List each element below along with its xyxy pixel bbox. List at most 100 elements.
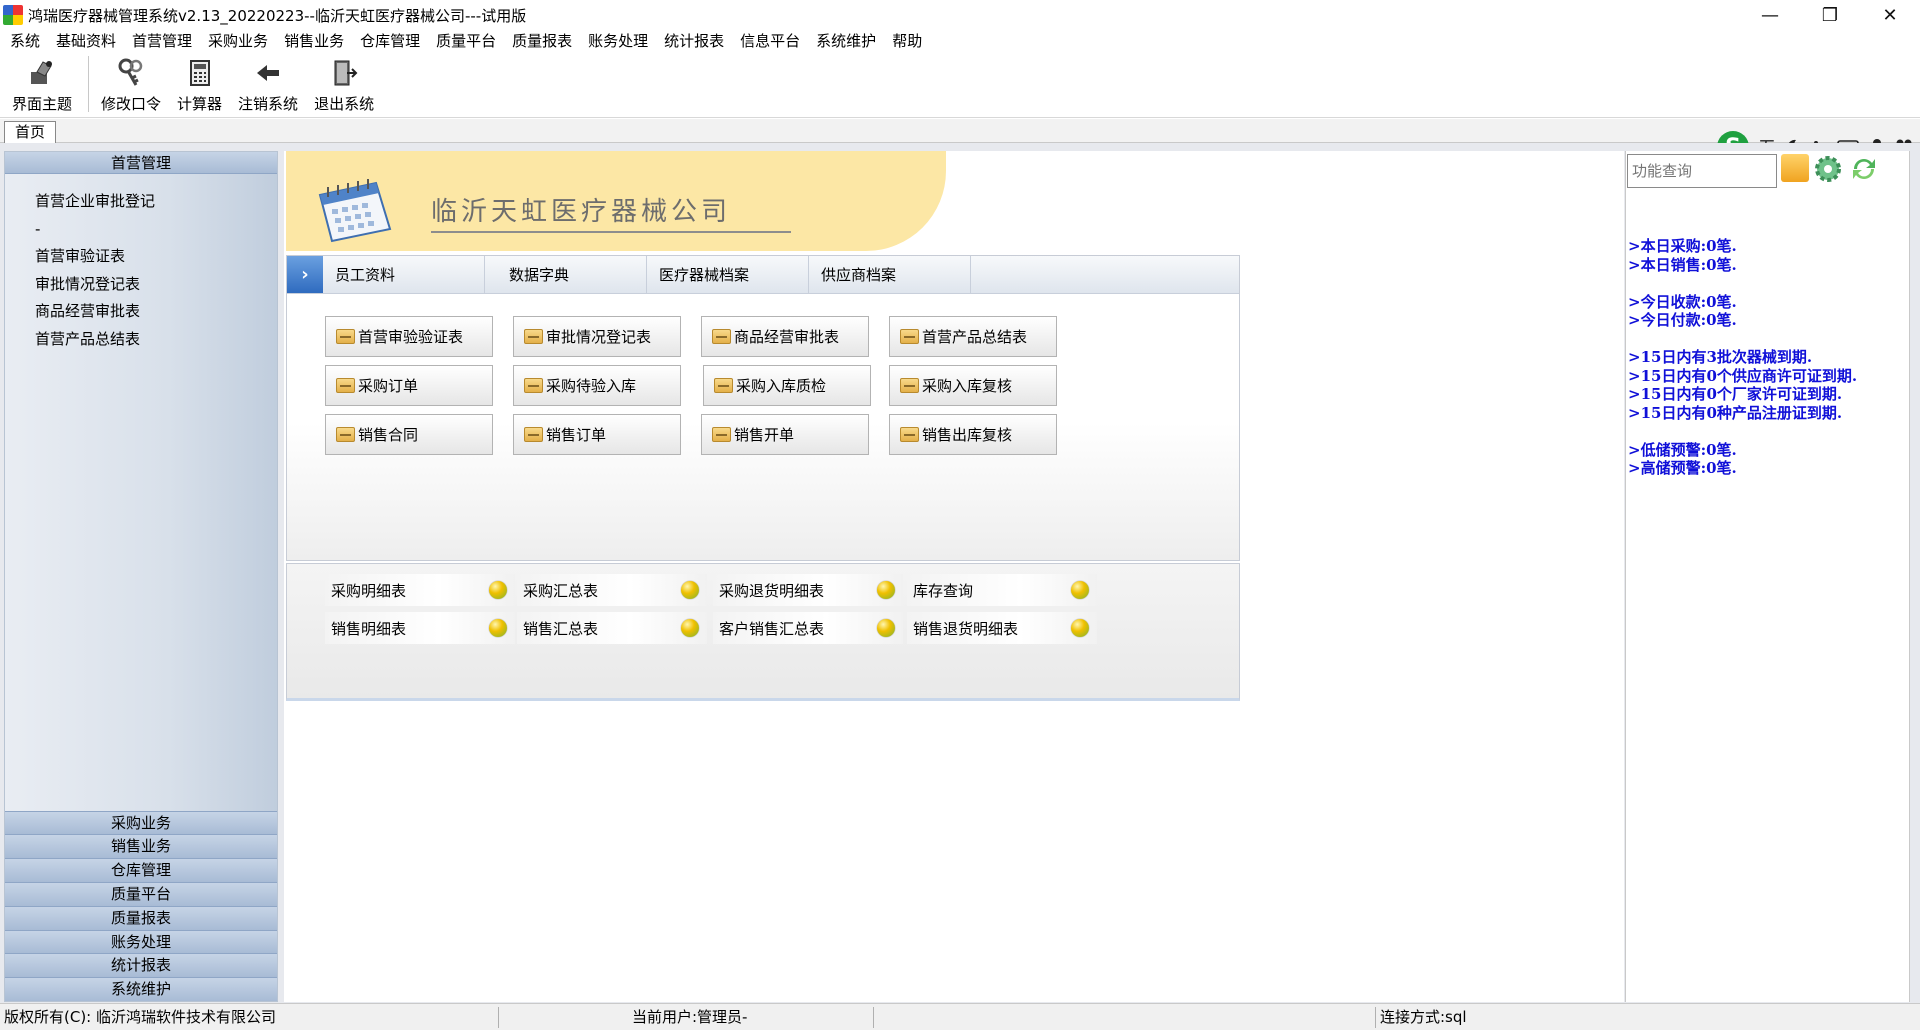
daily-summary: >本日采购:0笔. >本日销售:0笔. >今日收款:0笔. >今日付款:0笔. >15日… [1628, 237, 1857, 478]
sidebar: 首营管理 首营企业审批登记 - 首营审验证表 审批情况登记表 商品经营审批表 首… [4, 151, 278, 1002]
sidebar-item-first-enterprise-approval[interactable]: 首营企业审批登记 [35, 188, 277, 216]
status-connection: 连接方式:sql [1380, 1008, 1467, 1026]
status-separator [873, 1007, 874, 1028]
tab-home[interactable]: 首页 [4, 121, 56, 143]
quick-purchase-pending-button[interactable]: 采购待验入库 [513, 365, 681, 406]
orb-icon [1071, 581, 1089, 599]
menu-quality-platform[interactable]: 质量平台 [428, 30, 504, 52]
sidebar-list: 首营企业审批登记 - 首营审验证表 审批情况登记表 商品经营审批表 首营产品总结… [5, 174, 277, 353]
menu-help[interactable]: 帮助 [884, 30, 930, 52]
restore-button[interactable]: ❐ [1800, 0, 1860, 30]
quick-panel: › 员工资料 数据字典 医疗器械档案 供应商档案 首营审验验证表 审批情况登记表… [286, 255, 1240, 561]
chevron-right-icon[interactable]: › [287, 256, 323, 293]
menu-maintenance[interactable]: 系统维护 [808, 30, 884, 52]
keys-icon [118, 58, 143, 86]
menu-bar: 系统 基础资料 首营管理 采购业务 销售业务 仓库管理 质量平台 质量报表 账务… [0, 30, 1920, 52]
report-panel: 采购明细表 采购汇总表 采购退货明细表 库存查询 销售明细表 销售汇总表 客户销… [286, 563, 1240, 701]
panel-tabs: › 员工资料 数据字典 医疗器械档案 供应商档案 [287, 256, 1239, 294]
sidebar-cat-warehouse[interactable]: 仓库管理 [5, 858, 277, 883]
info-line: >低储预警:0笔. [1628, 440, 1737, 459]
info-line: >15日内有0个厂家许可证到期. [1628, 385, 1843, 403]
calculator-button[interactable]: 计算器 [177, 52, 222, 116]
report-customer-sales-summary[interactable]: 客户销售汇总表 [713, 612, 903, 644]
orb-icon [681, 619, 699, 637]
info-line: >本日销售:0笔. [1628, 255, 1737, 274]
quick-button-label: 首营产品总结表 [922, 328, 1028, 346]
sidebar-cat-purchase[interactable]: 采购业务 [5, 810, 277, 835]
sidebar-header[interactable]: 首营管理 [5, 152, 277, 174]
orb-icon [489, 619, 507, 637]
report-label: 采购汇总表 [523, 581, 599, 600]
company-name: 临沂天虹医疗器械公司 [431, 197, 732, 227]
sidebar-cat-maintenance[interactable]: 系统维护 [5, 977, 277, 1001]
report-label: 销售退货明细表 [913, 619, 1019, 638]
menu-warehouse[interactable]: 仓库管理 [352, 30, 428, 52]
report-purchase-detail[interactable]: 采购明细表 [325, 574, 515, 606]
menu-basic-data[interactable]: 基础资料 [48, 30, 124, 52]
quick-purchase-qc-button[interactable]: 采购入库质检 [703, 365, 871, 406]
report-purchase-summary[interactable]: 采购汇总表 [517, 574, 707, 606]
refresh-icon[interactable] [1848, 153, 1880, 185]
menu-purchase[interactable]: 采购业务 [200, 30, 276, 52]
orb-icon [877, 581, 895, 599]
sidebar-cat-quality-reports[interactable]: 质量报表 [5, 905, 277, 930]
folder-icon [712, 427, 731, 442]
exit-button[interactable]: 退出系统 [314, 52, 374, 116]
report-sales-summary[interactable]: 销售汇总表 [517, 612, 707, 644]
menu-quality-reports[interactable]: 质量报表 [504, 30, 580, 52]
function-search-input[interactable] [1627, 154, 1777, 188]
status-separator [498, 1007, 499, 1028]
quick-approval-register-button[interactable]: 审批情况登记表 [513, 316, 681, 357]
close-button[interactable]: ✕ [1860, 0, 1920, 30]
menu-sales[interactable]: 销售业务 [276, 30, 352, 52]
menu-info-platform[interactable]: 信息平台 [732, 30, 808, 52]
gear-icon[interactable] [1812, 153, 1844, 185]
quick-goods-approval-button[interactable]: 商品经营审批表 [701, 316, 869, 357]
tab-dictionary[interactable]: 数据字典 [485, 256, 647, 293]
report-sales-return[interactable]: 销售退货明细表 [907, 612, 1097, 644]
logout-button[interactable]: 注销系统 [238, 52, 298, 116]
quick-purchase-review-button[interactable]: 采购入库复核 [889, 365, 1057, 406]
quick-purchase-order-button[interactable]: 采购订单 [325, 365, 493, 406]
sidebar-item-product-summary[interactable]: 首营产品总结表 [35, 326, 277, 354]
tab-supplier-archive[interactable]: 供应商档案 [809, 256, 971, 293]
quick-sales-order-button[interactable]: 销售订单 [513, 414, 681, 455]
sidebar-item-goods-approval[interactable]: 商品经营审批表 [35, 298, 277, 326]
quick-button-label: 销售合同 [358, 426, 419, 444]
sidebar-item-first-verification[interactable]: 首营审验证表 [35, 243, 277, 271]
folder-icon [714, 378, 733, 393]
orb-icon [681, 581, 699, 599]
quick-button-label: 采购订单 [358, 377, 419, 395]
sidebar-cat-statistics[interactable]: 统计报表 [5, 953, 277, 978]
tab-device-archive[interactable]: 医疗器械档案 [647, 256, 809, 293]
folder-icon [900, 378, 919, 393]
report-sales-detail[interactable]: 销售明细表 [325, 612, 515, 644]
sidebar-cat-quality-platform[interactable]: 质量平台 [5, 882, 277, 906]
theme-button[interactable]: 界面主题 [12, 52, 72, 116]
search-icon[interactable] [1781, 154, 1809, 182]
menu-statistics[interactable]: 统计报表 [656, 30, 732, 52]
menu-first-business[interactable]: 首营管理 [124, 30, 200, 52]
sidebar-cat-sales[interactable]: 销售业务 [5, 834, 277, 859]
quick-product-summary-button[interactable]: 首营产品总结表 [889, 316, 1057, 357]
folder-icon [336, 329, 355, 344]
report-purchase-return[interactable]: 采购退货明细表 [713, 574, 903, 606]
quick-sales-contract-button[interactable]: 销售合同 [325, 414, 493, 455]
quick-sales-invoice-button[interactable]: 销售开单 [701, 414, 869, 455]
info-line: >15日内有0个供应商许可证到期. [1628, 366, 1858, 385]
menu-accounting[interactable]: 账务处理 [580, 30, 656, 52]
change-password-button[interactable]: 修改口令 [101, 52, 161, 116]
sidebar-item-approval-register[interactable]: 审批情况登记表 [35, 271, 277, 299]
title-bar: 鸿瑞医疗器械管理系统v2.13_20220223--临沂天虹医疗器械公司---试… [0, 0, 1920, 30]
sidebar-cat-accounting[interactable]: 账务处理 [5, 929, 277, 954]
quick-first-verification-button[interactable]: 首营审验验证表 [325, 316, 493, 357]
quick-sales-outbound-review-button[interactable]: 销售出库复核 [889, 414, 1057, 455]
menu-system[interactable]: 系统 [0, 30, 48, 52]
tab-staff[interactable]: 员工资料 [323, 256, 485, 293]
info-line: >本日采购:0笔. [1628, 237, 1737, 255]
minimize-button[interactable]: — [1740, 0, 1800, 30]
status-bar: 版权所有(C): 临沂鸿瑞软件技术有限公司 当前用户:管理员- 连接方式:sql [0, 1003, 1920, 1030]
toolbar-separator [88, 56, 90, 112]
report-stock-query[interactable]: 库存查询 [907, 574, 1097, 606]
